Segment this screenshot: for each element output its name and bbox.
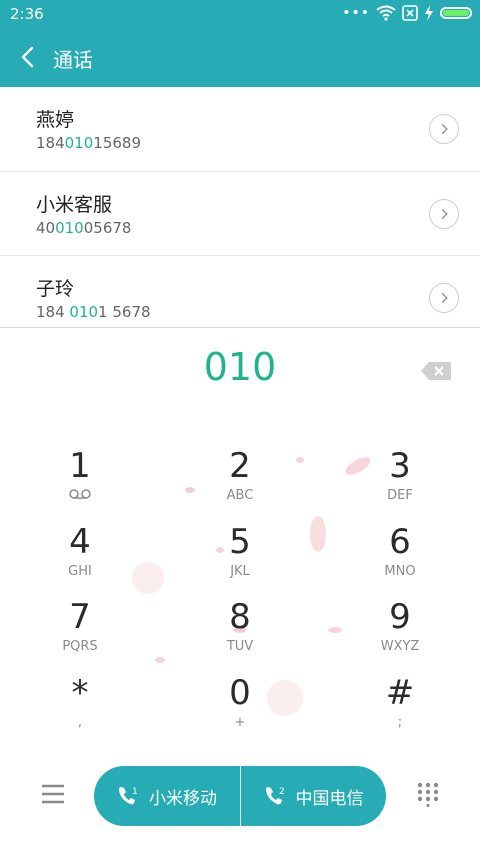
chevron-right-icon[interactable] xyxy=(429,114,459,144)
key-letters: , xyxy=(77,715,83,730)
key-digit: * xyxy=(71,673,89,713)
key-2[interactable]: 2 ABC xyxy=(180,446,300,522)
carrier-label: 中国电信 xyxy=(295,788,364,809)
number-part: 184 xyxy=(36,303,70,321)
contact-name: 燕婷 xyxy=(36,109,75,131)
key-1[interactable]: 1 xyxy=(20,446,140,522)
phone-icon: 2 xyxy=(265,787,285,805)
key-digit: # xyxy=(385,673,415,713)
sim-x-icon xyxy=(402,5,418,21)
dial-display: 010 xyxy=(0,345,480,405)
contact-number: 18401015689 xyxy=(36,134,141,152)
contact-result[interactable]: 小米客服 4001005678 xyxy=(0,172,480,256)
key-9[interactable]: 9 WXYZ xyxy=(340,597,460,673)
number-part: 05678 xyxy=(83,218,132,237)
title-bar: 通话 xyxy=(0,28,480,87)
key-digit: 8 xyxy=(229,597,251,637)
key-6[interactable]: 6 MNO xyxy=(340,522,460,598)
dialed-number: 010 xyxy=(203,345,277,389)
key-digit: 9 xyxy=(389,597,411,637)
phone-icon: 1 xyxy=(119,787,138,805)
back-icon[interactable] xyxy=(16,44,40,70)
key-star[interactable]: * , xyxy=(20,673,140,749)
key-0[interactable]: 0 + xyxy=(180,673,300,749)
call-sim2-button[interactable]: 2 中国电信 xyxy=(241,766,386,826)
chevron-right-icon[interactable] xyxy=(429,198,459,229)
key-digit: 7 xyxy=(69,597,91,637)
key-letters: TUV xyxy=(226,639,254,654)
chevron-right-icon[interactable] xyxy=(429,283,459,313)
keypad-icon[interactable] xyxy=(415,781,441,807)
contact-number: 184 0101 5678 xyxy=(36,303,151,321)
contact-name: 小米客服 xyxy=(36,193,113,216)
key-letters: WXYZ xyxy=(380,639,420,654)
carrier-label: 小米移动 xyxy=(149,788,217,809)
number-part: 40 xyxy=(36,218,56,237)
voicemail-icon xyxy=(69,489,91,499)
contact-result[interactable]: 子玲 184 0101 5678 xyxy=(0,256,480,327)
contact-results-list: 燕婷 18401015689 小米客服 4001005678 子玲 184 01… xyxy=(0,87,480,328)
contact-number: 4001005678 xyxy=(36,219,131,237)
sim-number: 2 xyxy=(279,787,285,797)
wifi-icon xyxy=(376,5,396,21)
key-5[interactable]: 5 JKL xyxy=(180,522,300,598)
key-letters: ; xyxy=(397,715,403,730)
key-4[interactable]: 4 GHI xyxy=(20,522,140,598)
key-letters: + xyxy=(234,715,246,730)
key-letters: DEF xyxy=(387,488,413,503)
status-icons: ••• xyxy=(342,5,472,21)
key-7[interactable]: 7 PQRS xyxy=(20,597,140,673)
status-time: 2:36 xyxy=(10,5,44,23)
backspace-icon[interactable] xyxy=(420,361,452,381)
key-hash[interactable]: # ; xyxy=(340,673,460,749)
key-letters: GHI xyxy=(68,564,92,579)
bottom-bar: 1 小米移动 2 中国电信 xyxy=(0,765,480,827)
sim-number: 1 xyxy=(132,787,138,797)
page-title: 通话 xyxy=(53,48,93,72)
key-digit: 5 xyxy=(229,522,251,562)
number-part: 15689 xyxy=(93,134,141,152)
key-8[interactable]: 8 TUV xyxy=(180,597,300,673)
key-letters: MNO xyxy=(384,564,416,579)
key-digit: 6 xyxy=(389,522,411,562)
number-match: 010 xyxy=(64,134,94,152)
key-digit: 0 xyxy=(229,673,251,713)
number-part: 184 xyxy=(36,134,65,152)
contact-result[interactable]: 燕婷 18401015689 xyxy=(0,87,480,172)
status-bar: 2:36 ••• xyxy=(0,0,480,28)
call-sim1-button[interactable]: 1 小米移动 xyxy=(94,766,240,826)
menu-icon[interactable] xyxy=(40,781,66,807)
number-match: 010 xyxy=(55,218,84,237)
key-digit: 1 xyxy=(69,446,91,486)
more-dots-icon: ••• xyxy=(342,5,370,21)
key-3[interactable]: 3 DEF xyxy=(340,446,460,522)
key-letters: JKL xyxy=(230,564,250,579)
number-part: 1 5678 xyxy=(98,303,151,321)
key-letters: ABC xyxy=(226,488,254,503)
charging-icon xyxy=(425,5,433,21)
key-digit: 4 xyxy=(69,522,91,562)
key-letters: PQRS xyxy=(62,639,98,654)
key-digit: 2 xyxy=(229,446,251,486)
battery-icon xyxy=(440,7,472,19)
number-match: 010 xyxy=(69,303,99,321)
key-digit: 3 xyxy=(389,446,411,486)
contact-name: 子玲 xyxy=(36,278,75,300)
